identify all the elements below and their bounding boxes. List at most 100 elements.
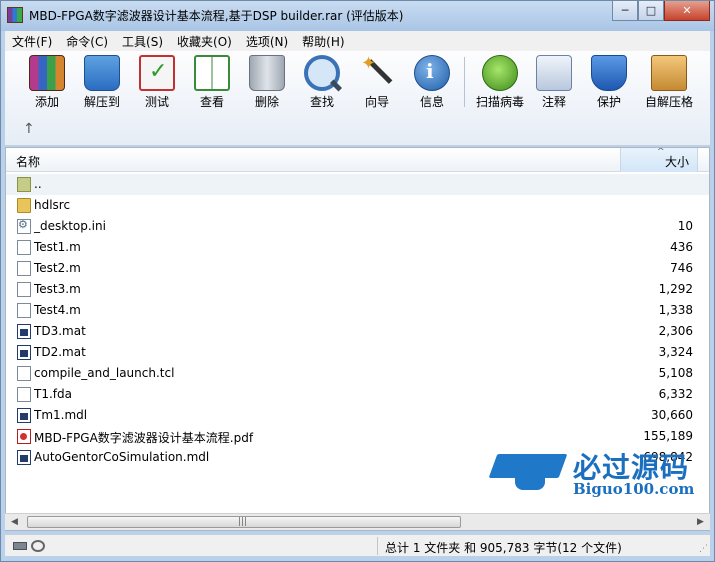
info-button[interactable]: 信息 [404,55,460,109]
wizard-wand-icon [359,53,395,91]
menu-tools[interactable]: 工具(S) [115,33,170,50]
key-icon[interactable] [31,540,45,552]
comment-button[interactable]: 注释 [526,55,582,109]
extract-to-label: 解压到 [83,95,120,109]
graduation-cap-base-icon [515,474,545,490]
file-rows: .. hdlsrc _desktop.ini 10 Test1.m 436 Test2.m 7… [6,174,709,468]
file-name: Test3.m [34,282,81,296]
add-button[interactable]: 添加 [19,55,75,109]
scroll-right-arrow-icon[interactable]: ▶ [692,515,709,529]
file-name: compile_and_launch.tcl [34,366,175,380]
virus-scan-button[interactable]: 扫描病毒 [469,55,531,109]
file-row[interactable]: T1.fda 6,332 [6,384,709,405]
menu-help[interactable]: 帮助(H) [295,33,351,50]
file-row[interactable]: TD3.mat 2,306 [6,321,709,342]
find-label: 查找 [309,95,334,109]
matlab-file-icon [17,324,31,339]
file-size: 30,660 [651,408,693,422]
test-button[interactable]: 测试 [129,55,185,109]
sfx-box-icon [651,55,687,91]
watermark-domain: Biguo100.com [573,480,695,498]
file-size: 2,306 [658,324,693,338]
file-size: 1,338 [658,303,693,317]
view-button[interactable]: 查看 [184,55,240,109]
document-icon [17,366,31,381]
scroll-thumb[interactable]: ||| [27,516,461,528]
menu-options[interactable]: 选项(N) [239,33,295,50]
file-row[interactable]: Test3.m 1,292 [6,279,709,300]
info-label: 信息 [419,95,444,109]
sfx-button[interactable]: 自解压格 [638,55,700,109]
view-book-icon [194,55,230,91]
virus-scan-icon [482,55,518,91]
file-row[interactable]: hdlsrc [6,195,709,216]
test-checklist-icon [139,55,175,91]
trash-can-icon [249,55,285,91]
status-divider [377,537,378,555]
parent-folder-row[interactable]: .. [6,174,709,195]
comment-label: 注释 [541,95,566,109]
document-icon [17,303,31,318]
sfx-label: 自解压格 [644,95,693,109]
file-row[interactable]: compile_and_launch.tcl 5,108 [6,363,709,384]
minimize-button[interactable]: ─ [612,1,638,21]
menu-file[interactable]: 文件(F) [5,33,59,50]
find-button[interactable]: 查找 [294,55,350,109]
wizard-button[interactable]: 向导 [349,53,405,109]
column-name-header[interactable]: 名称 [16,153,40,170]
status-icons [13,540,47,552]
resize-grip-icon[interactable]: ⋰ [699,544,708,554]
comment-icon [536,55,572,91]
settings-file-icon [17,218,31,234]
column-size-label: 大小 [664,155,689,169]
pdf-icon [17,429,31,444]
winrar-window: MBD-FPGA数字滤波器设计基本流程,基于DSP builder.rar (评… [0,0,715,562]
file-name: Test1.m [34,240,81,254]
file-row[interactable]: Tm1.mdl 30,660 [6,405,709,426]
drive-icon[interactable] [13,542,27,550]
add-archive-icon [29,55,65,91]
test-label: 测试 [144,95,169,109]
menu-commands[interactable]: 命令(C) [59,33,115,50]
file-row[interactable]: MBD-FPGA数字滤波器设计基本流程.pdf 155,189 [6,426,709,447]
document-icon [17,261,31,276]
file-name: TD2.mat [34,345,86,359]
add-label: 添加 [34,95,59,109]
toolbar: 添加 解压到 测试 查看 删除 查找 向导 信息 [5,51,710,146]
column-size-header[interactable]: ^ 大小 [620,148,698,172]
sort-ascending-icon: ^ [657,147,665,157]
close-button[interactable]: ✕ [664,1,710,21]
file-row[interactable]: Test1.m 436 [6,237,709,258]
shield-icon [591,55,627,91]
scroll-left-arrow-icon[interactable]: ◀ [6,515,23,529]
file-row[interactable]: Test2.m 746 [6,258,709,279]
file-row[interactable]: _desktop.ini 10 [6,216,709,237]
file-size: 5,108 [658,366,693,380]
file-name: .. [34,177,42,191]
magnifier-icon [304,55,340,91]
matlab-file-icon [17,450,31,465]
file-size: 155,189 [643,429,693,443]
title-bar: MBD-FPGA数字滤波器设计基本流程,基于DSP builder.rar (评… [1,1,714,31]
extract-folder-icon [84,55,120,91]
menu-favorites[interactable]: 收藏夹(O) [170,33,239,50]
extract-to-button[interactable]: 解压到 [74,55,130,109]
maximize-button[interactable]: □ [638,1,664,21]
view-label: 查看 [199,95,224,109]
file-size: 3,324 [658,345,693,359]
file-name: T1.fda [34,387,72,401]
up-folder-arrow-icon[interactable]: ↑ [23,121,35,137]
document-icon [17,387,31,402]
file-name: Test2.m [34,261,81,275]
document-icon [17,240,31,255]
info-icon [414,55,450,91]
document-icon [17,282,31,297]
file-row[interactable]: TD2.mat 3,324 [6,342,709,363]
file-size: 436 [670,240,693,254]
file-list: 名称 ^ 大小 .. hdlsrc _desktop.ini 10 Test1.m 436… [5,147,710,531]
horizontal-scrollbar[interactable]: ◀ ||| ▶ [5,513,710,530]
delete-button[interactable]: 删除 [239,55,295,109]
file-row[interactable]: Test4.m 1,338 [6,300,709,321]
matlab-file-icon [17,408,31,423]
protect-button[interactable]: 保护 [581,55,637,109]
